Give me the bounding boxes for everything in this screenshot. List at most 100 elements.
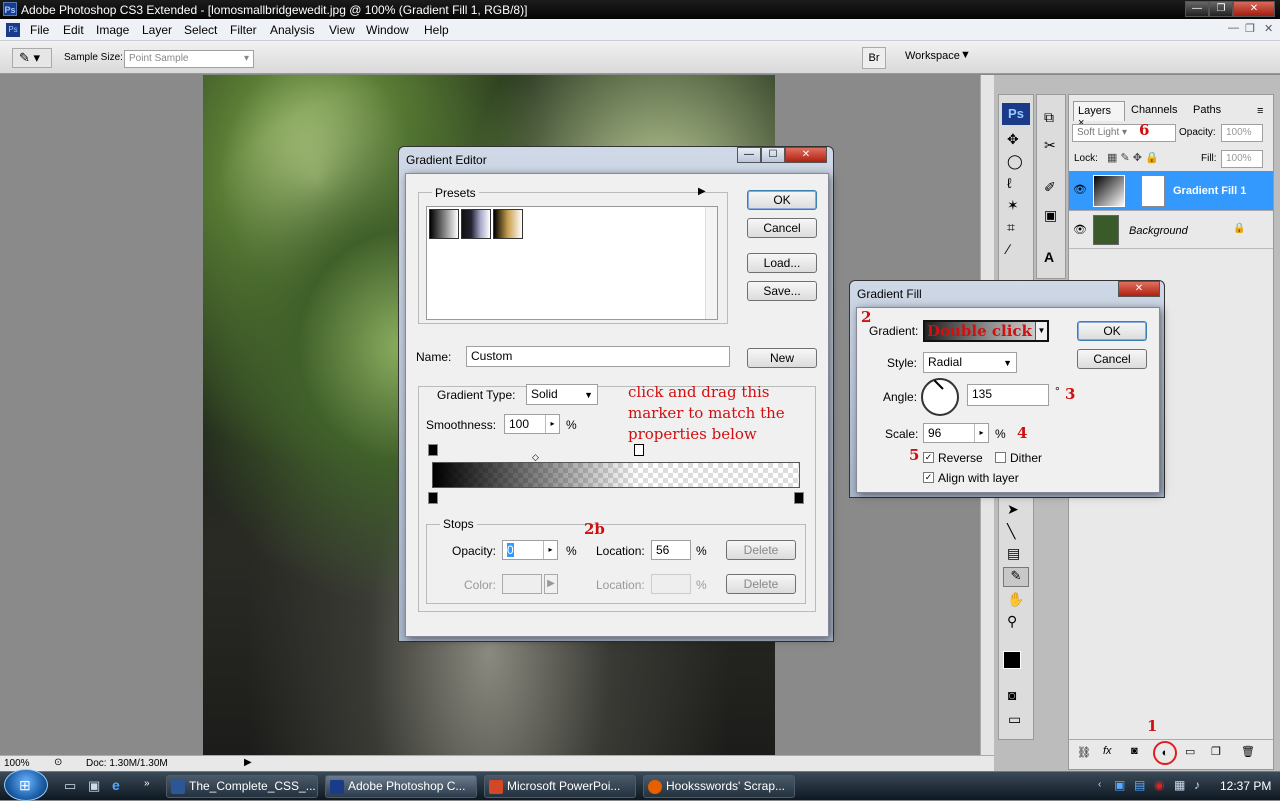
visibility-eye-icon[interactable]: 👁	[1073, 183, 1087, 196]
menu-file[interactable]: File	[30, 23, 49, 37]
presets-menu-icon[interactable]: ▶	[698, 186, 706, 197]
task-css-doc[interactable]: The_Complete_CSS_...	[166, 775, 318, 798]
start-button[interactable]: ⊞	[4, 769, 48, 801]
opacity-stop-left[interactable]	[428, 444, 438, 456]
magic-wand-tool-icon[interactable]: ✶	[1007, 197, 1019, 214]
stop-opacity-field[interactable]: 0 ▸	[502, 540, 558, 560]
tab-paths[interactable]: Paths	[1189, 101, 1229, 121]
doc-restore-icon[interactable]: ❐	[1245, 22, 1255, 35]
doc-minimize-icon[interactable]: —	[1228, 22, 1239, 34]
sample-size-select[interactable]: Point Sample ▾	[124, 50, 254, 68]
restore-button[interactable]: ❐	[1209, 1, 1233, 17]
menu-layer[interactable]: Layer	[142, 23, 172, 37]
ge-minimize-button[interactable]: —	[737, 147, 761, 163]
gradient-picker[interactable]: Double click ▼	[923, 320, 1049, 342]
style-select[interactable]: Radial ▼	[923, 352, 1017, 373]
new-group-icon[interactable]: ▭	[1185, 745, 1195, 758]
quick-mask-icon[interactable]: ◙	[1008, 687, 1016, 703]
task-powerpoint[interactable]: Microsoft PowerPoi...	[484, 775, 636, 798]
layer-style-icon[interactable]: fx	[1103, 745, 1112, 757]
layer-row-background[interactable]: 👁 Background 🔒	[1069, 211, 1273, 249]
eyedropper-tool-preset-icon[interactable]: ✎ ▾	[12, 48, 52, 68]
quicklaunch-more-icon[interactable]: »	[144, 778, 150, 789]
tab-layers[interactable]: Layers ×	[1073, 101, 1125, 129]
ge-close-button[interactable]: ✕	[785, 147, 827, 163]
adjustment-layer-icon[interactable]: ◐	[1153, 741, 1177, 765]
tray-icon-4[interactable]: ▦	[1174, 778, 1185, 792]
presets-scrollbar[interactable]	[705, 207, 717, 319]
color-stop-left[interactable]	[428, 492, 438, 504]
stop-location-field[interactable]: 56	[651, 540, 691, 560]
tab-channels[interactable]: Channels	[1127, 101, 1183, 121]
layer-name[interactable]: Gradient Fill 1	[1173, 185, 1246, 197]
line-tool-icon[interactable]: ╲	[1007, 523, 1015, 540]
new-layer-icon[interactable]: ❐	[1211, 745, 1221, 758]
scale-field[interactable]: 96 ▸	[923, 423, 989, 443]
gf-cancel-button[interactable]: Cancel	[1077, 349, 1147, 369]
zoom-tool-icon[interactable]: ⚲	[1007, 613, 1017, 630]
angle-dial[interactable]	[921, 378, 959, 416]
stepper-arrow-icon[interactable]: ▸	[545, 415, 559, 433]
move-tool-icon[interactable]: ✥	[1007, 131, 1019, 148]
tray-expand-icon[interactable]: ‹	[1098, 779, 1101, 790]
delete-opacity-stop-button[interactable]: Delete	[726, 540, 796, 560]
preset-swatch-black-white[interactable]	[429, 209, 459, 239]
character-panel-icon[interactable]: A	[1044, 249, 1054, 265]
chevron-down-icon[interactable]: ▼	[1035, 322, 1047, 340]
visibility-eye-icon[interactable]: 👁	[1073, 223, 1087, 236]
minimize-button[interactable]: —	[1185, 1, 1209, 17]
gf-close-button[interactable]: ✕	[1118, 281, 1160, 297]
gf-ok-button[interactable]: OK	[1077, 321, 1147, 341]
task-photoshop[interactable]: Adobe Photoshop C...	[325, 775, 477, 798]
align-with-layer-checkbox[interactable]: ✓	[923, 472, 934, 483]
notes-tool-icon[interactable]: ▤	[1007, 545, 1020, 562]
history-panel-icon[interactable]: ⧉	[1044, 109, 1054, 126]
ps-doc-icon[interactable]: Ps	[6, 23, 20, 37]
layer-name[interactable]: Background	[1129, 225, 1188, 237]
link-layers-icon[interactable]: ⛓	[1077, 746, 1091, 759]
close-button[interactable]: ✕	[1233, 1, 1275, 17]
layer-opacity-field[interactable]: 100%	[1221, 124, 1263, 142]
lasso-tool-icon[interactable]: ℓ	[1007, 175, 1012, 191]
menu-edit[interactable]: Edit	[63, 23, 84, 37]
ellipse-marquee-tool-icon[interactable]: ◯	[1007, 153, 1023, 170]
doc-close-icon[interactable]: ✕	[1264, 22, 1273, 35]
foreground-color-swatch[interactable]	[1003, 651, 1021, 669]
smoothness-field[interactable]: 100 ▸	[504, 414, 560, 434]
tool-presets-icon[interactable]: ✂	[1044, 137, 1056, 154]
status-icon[interactable]: ⊙	[54, 757, 62, 768]
hand-tool-icon[interactable]: ✋	[1007, 591, 1024, 608]
menu-image[interactable]: Image	[96, 23, 129, 37]
status-menu-arrow-icon[interactable]: ▶	[244, 757, 252, 768]
task-firefox[interactable]: Hooksswords' Scrap...	[643, 775, 795, 798]
panel-menu-icon[interactable]: ≡	[1257, 105, 1263, 117]
crop-tool-icon[interactable]: ⌗	[1007, 219, 1015, 236]
network-tray-icon[interactable]: ▣	[1114, 778, 1125, 792]
layer-row-gradient-fill[interactable]: 👁 Gradient Fill 1	[1069, 171, 1273, 211]
layer-mask-thumbnail[interactable]	[1141, 175, 1165, 207]
cancel-button[interactable]: Cancel	[747, 218, 817, 238]
preset-swatch-blue[interactable]	[461, 209, 491, 239]
name-field[interactable]: Custom	[466, 346, 730, 367]
menu-analysis[interactable]: Analysis	[270, 23, 315, 37]
lock-icons[interactable]: ▦ ✎ ✥ 🔒	[1107, 151, 1159, 164]
stop-color-swatch[interactable]	[502, 574, 542, 594]
clone-source-icon[interactable]: ▣	[1044, 207, 1057, 224]
blend-mode-select[interactable]: Soft Light ▾	[1072, 124, 1176, 142]
menu-select[interactable]: Select	[184, 23, 217, 37]
add-mask-icon[interactable]: ◙	[1131, 745, 1138, 757]
save-button[interactable]: Save...	[747, 281, 817, 301]
color-menu-arrow-icon[interactable]: ▶	[544, 574, 558, 594]
reverse-checkbox[interactable]: ✓	[923, 452, 934, 463]
show-desktop-icon[interactable]: ▭	[64, 778, 76, 794]
delete-color-stop-button[interactable]: Delete	[726, 574, 796, 594]
menu-window[interactable]: Window	[366, 23, 409, 37]
layer-fill-field[interactable]: 100%	[1221, 150, 1263, 168]
load-button[interactable]: Load...	[747, 253, 817, 273]
tray-icon-2[interactable]: ▤	[1134, 778, 1145, 792]
ok-button[interactable]: OK	[747, 190, 817, 210]
presets-list[interactable]	[426, 206, 718, 320]
color-location-field[interactable]	[651, 574, 691, 594]
brushes-panel-icon[interactable]: ✐	[1044, 179, 1056, 196]
eyedropper-tool-icon[interactable]: ✎	[1003, 567, 1029, 587]
